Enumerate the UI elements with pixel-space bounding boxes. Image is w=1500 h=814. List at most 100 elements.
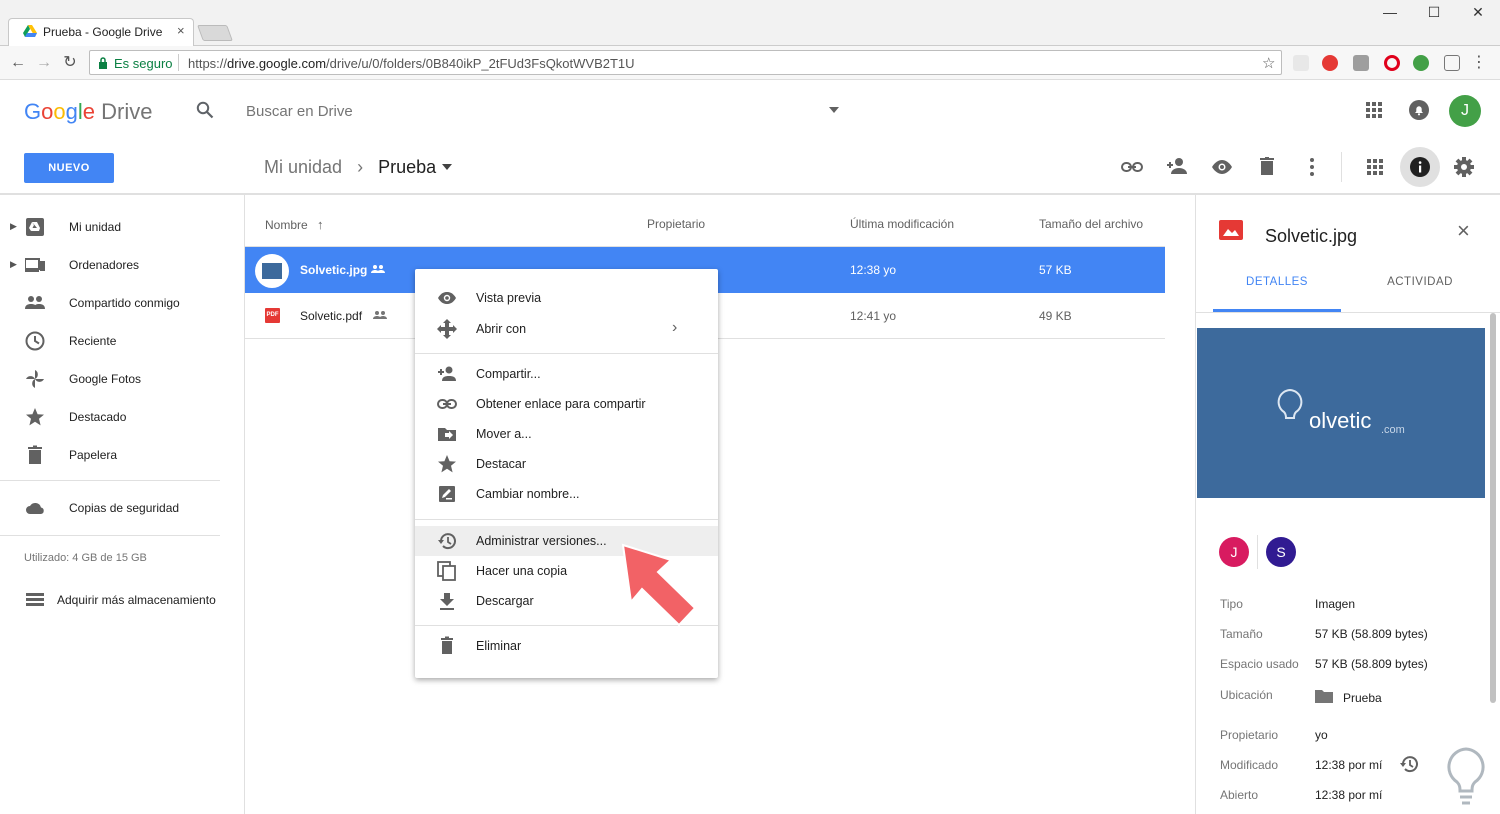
file-preview-image[interactable]: olvetic .com [1197, 328, 1485, 498]
menu-item-label: Obtener enlace para compartir [476, 397, 646, 411]
history-icon[interactable] [1399, 754, 1419, 774]
settings-gear-icon[interactable] [1454, 157, 1474, 177]
back-arrow-icon[interactable]: ← [9, 54, 27, 72]
sidebar-item-photos[interactable]: Google Fotos [0, 364, 230, 394]
image-file-icon [1219, 220, 1243, 240]
trash-icon[interactable] [1260, 157, 1274, 175]
extension-gray-icon[interactable] [1353, 55, 1369, 71]
close-icon[interactable]: × [1457, 220, 1470, 242]
info-icon [1410, 157, 1430, 177]
menu-item-share[interactable]: Compartir... [415, 359, 718, 389]
menu-divider [415, 353, 718, 354]
opera-icon[interactable] [1384, 55, 1400, 71]
minimize-button[interactable]: — [1370, 4, 1410, 26]
browser-menu-icon[interactable]: ⋮ [1470, 54, 1488, 72]
sidebar-item-backups[interactable]: Copias de seguridad [0, 493, 230, 523]
column-header-size[interactable]: Tamaño del archivo [1039, 217, 1143, 231]
expand-arrow-icon[interactable]: ▶ [10, 259, 17, 270]
menu-item-move[interactable]: Mover a... [415, 419, 718, 449]
copy-extension-icon[interactable] [1444, 55, 1460, 71]
more-actions-icon[interactable] [1310, 158, 1314, 176]
folder-dropdown-icon[interactable] [442, 164, 452, 170]
bookmark-star-icon[interactable]: ☆ [1262, 54, 1275, 72]
sidebar-item-computers[interactable]: ▶ Ordenadores [0, 250, 230, 280]
sidebar-item-shared[interactable]: Compartido conmigo [0, 288, 230, 318]
eye-icon [438, 292, 456, 304]
search-options-dropdown-icon[interactable] [829, 107, 839, 113]
rename-pencil-icon [439, 486, 455, 502]
collaborator-avatar[interactable]: S [1266, 537, 1296, 567]
details-file-name: Solvetic.jpg [1265, 226, 1358, 246]
sidebar-divider [0, 535, 220, 536]
grid-view-icon[interactable] [1367, 159, 1383, 175]
panel-scrollbar[interactable] [1490, 313, 1496, 703]
menu-item-label: Compartir... [476, 367, 541, 381]
tab-details[interactable]: DETALLES [1213, 276, 1341, 288]
clock-icon [25, 331, 45, 351]
tab-close-button[interactable]: × [177, 23, 185, 38]
new-tab-button[interactable] [197, 25, 233, 41]
preview-eye-icon[interactable] [1211, 160, 1233, 174]
sidebar-item-label: Papelera [69, 448, 118, 462]
url-text[interactable]: https://drive.google.com/drive/u/0/folde… [188, 56, 635, 71]
file-size: 57 KB [1039, 263, 1072, 277]
collaborator-avatar[interactable]: J [1219, 537, 1249, 567]
drive-favicon-icon [23, 25, 37, 37]
address-toolbar: ← → ↻ Es seguro https://drive.google.com… [0, 46, 1500, 80]
buy-storage-link[interactable]: Adquirir más almacenamiento [24, 590, 234, 610]
location-chip[interactable]: Prueba [1315, 687, 1435, 707]
details-toggle-button[interactable] [1400, 147, 1440, 187]
column-header-name[interactable]: Nombre ↑ [265, 217, 324, 232]
link-icon[interactable] [1121, 159, 1143, 175]
browser-tab[interactable]: Prueba - Google Drive × [8, 18, 194, 46]
pdf-file-icon: PDF [265, 308, 280, 323]
breadcrumb-current-folder[interactable]: Prueba [378, 157, 436, 177]
add-person-icon [438, 366, 456, 381]
url-host: drive.google.com [227, 56, 327, 71]
computer-icon [25, 258, 45, 272]
sidebar-item-label: Copias de seguridad [69, 501, 180, 515]
menu-divider [415, 519, 718, 520]
menu-item-star[interactable]: Destacar [415, 449, 718, 479]
window-close-button[interactable]: ✕ [1458, 4, 1498, 26]
opened-value: 12:38 por mí [1315, 788, 1383, 802]
sidebar-item-starred[interactable]: Destacado [0, 402, 230, 432]
menu-item-preview[interactable]: Vista previa [415, 283, 718, 313]
sidebar-item-recent[interactable]: Reciente [0, 326, 230, 356]
extension-wave-icon[interactable] [1293, 55, 1309, 71]
preview-brand-text: olvetic [1309, 408, 1372, 433]
google-wordmark: Google [24, 99, 96, 124]
google-drive-logo[interactable]: Google Drive [24, 99, 152, 125]
menu-item-delete[interactable]: Eliminar [415, 631, 718, 661]
notifications-bell-icon[interactable] [1409, 100, 1429, 120]
sidebar-item-my-drive[interactable]: ▶ Mi unidad [0, 212, 230, 242]
menu-item-rename[interactable]: Cambiar nombre... [415, 479, 718, 509]
download-icon [440, 593, 454, 610]
add-person-icon[interactable] [1166, 157, 1188, 175]
menu-item-get-link[interactable]: Obtener enlace para compartir [415, 389, 718, 419]
reload-icon[interactable]: ↻ [61, 54, 79, 72]
sidebar-item-trash[interactable]: Papelera [0, 440, 230, 470]
new-button[interactable]: NUEVO [24, 153, 114, 183]
sort-arrow-up-icon[interactable]: ↑ [317, 217, 324, 232]
maximize-button[interactable]: ☐ [1414, 4, 1454, 26]
opened-label: Abierto [1220, 788, 1259, 802]
size-label: Tamaño [1220, 627, 1263, 641]
menu-item-open-with[interactable]: Abrir con › [415, 314, 718, 344]
search-input[interactable]: Buscar en Drive [246, 103, 353, 120]
column-header-modified[interactable]: Última modificación [850, 217, 954, 231]
apps-grid-icon[interactable] [1366, 102, 1382, 118]
breadcrumb-root[interactable]: Mi unidad [264, 157, 342, 177]
preview-brand-suffix: .com [1381, 424, 1405, 436]
sidebar-item-label: Google Fotos [69, 372, 142, 386]
expand-arrow-icon[interactable]: ▶ [10, 221, 17, 232]
column-header-owner[interactable]: Propietario [647, 217, 705, 231]
extension-green-icon[interactable] [1413, 55, 1429, 71]
search-icon[interactable] [196, 101, 214, 119]
forward-arrow-icon[interactable]: → [35, 54, 53, 72]
account-avatar[interactable]: J [1449, 95, 1481, 127]
omnibox[interactable]: Es seguro https://drive.google.com/drive… [89, 50, 1282, 75]
browser-tab-bar: Prueba - Google Drive × — ☐ ✕ [0, 0, 1500, 46]
tab-activity[interactable]: ACTIVIDAD [1356, 276, 1484, 288]
adblock-icon[interactable] [1322, 55, 1338, 71]
